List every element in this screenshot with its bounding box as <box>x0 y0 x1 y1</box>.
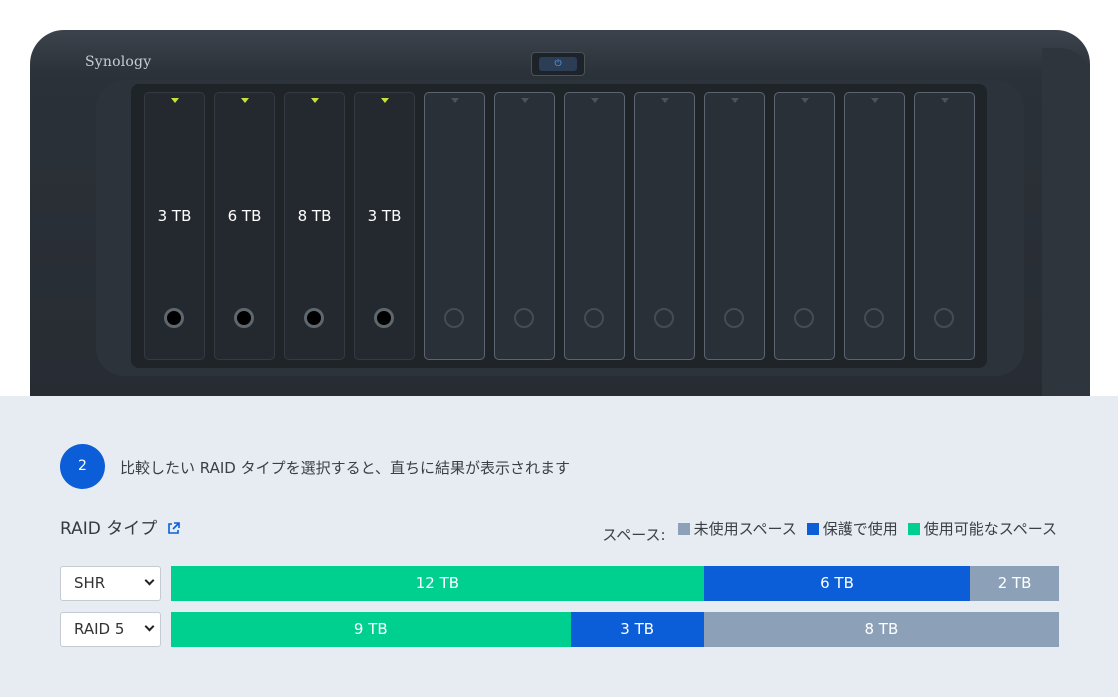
legend-swatch-available <box>907 523 920 535</box>
raid-row-raid5: RAID 5 9 TB 3 TB 8 TB <box>60 612 1059 647</box>
status-led-icon <box>171 98 179 103</box>
capacity-segment: 6 TB <box>703 566 971 601</box>
raid-type-value: SHR <box>74 574 106 592</box>
tray-lock-icon <box>584 308 604 328</box>
tray-lock-icon <box>164 308 184 328</box>
drive-bay-empty[interactable] <box>914 92 975 360</box>
capacity-segment: 12 TB <box>171 566 704 601</box>
tray-lock-icon <box>794 308 814 328</box>
status-led-icon <box>241 98 249 103</box>
raid-type-value: RAID 5 <box>74 620 125 638</box>
capacity-bar: 12 TB 6 TB 2 TB <box>171 566 1059 601</box>
chevron-down-icon <box>144 575 155 586</box>
legend-title: スペース: <box>602 526 666 544</box>
raid-row-shr: SHR 12 TB 6 TB 2 TB <box>60 566 1059 601</box>
legend-item: 使用可能なスペース <box>907 518 1059 539</box>
capacity-segment: 3 TB <box>570 612 704 647</box>
capacity-bar: 9 TB 3 TB 8 TB <box>171 612 1059 647</box>
tray-lock-icon <box>654 308 674 328</box>
legend-item: 未使用スペース <box>677 518 799 539</box>
power-icon: ⏻ <box>539 57 577 71</box>
space-legend: スペース: 未使用スペース 保護で使用 使用可能なスペース <box>602 518 1059 544</box>
status-led-icon <box>591 98 599 103</box>
drive-bay-installed[interactable]: 8 TB <box>284 92 345 360</box>
status-led-icon <box>871 98 879 103</box>
nas-device: Synology ⏻ 3 TB 6 TB 8 TB 3 TB <box>30 30 1090 410</box>
raid-type-select[interactable]: RAID 5 <box>60 612 161 647</box>
tray-lock-icon <box>304 308 324 328</box>
status-led-icon <box>801 98 809 103</box>
tray-lock-icon <box>864 308 884 328</box>
tray-lock-icon <box>934 308 954 328</box>
raid-type-heading: RAID タイプ <box>60 514 180 539</box>
tray-lock-icon <box>514 308 534 328</box>
status-led-icon <box>521 98 529 103</box>
drive-capacity: 3 TB <box>367 207 402 225</box>
chevron-down-icon <box>144 621 155 632</box>
drive-bay-empty[interactable] <box>424 92 485 360</box>
raid-calculator-panel: 2 比較したい RAID タイプを選択すると、直ちに結果が表示されます RAID… <box>0 396 1118 697</box>
step-badge: 2 <box>60 444 105 489</box>
drive-bay-empty[interactable] <box>774 92 835 360</box>
legend-swatch-unused <box>677 523 690 535</box>
brand-logo: Synology <box>85 54 152 70</box>
drive-bay-installed[interactable]: 3 TB <box>144 92 205 360</box>
power-button: ⏻ <box>531 52 585 76</box>
tray-lock-icon <box>724 308 744 328</box>
tray-lock-icon <box>374 308 394 328</box>
legend-label: 未使用スペース <box>693 520 797 538</box>
legend-swatch-protection <box>806 523 819 535</box>
capacity-segment: 9 TB <box>171 612 571 647</box>
step-instruction: 比較したい RAID タイプを選択すると、直ちに結果が表示されます <box>120 459 570 477</box>
device-side-panel <box>1042 48 1090 410</box>
status-led-icon <box>941 98 949 103</box>
raid-type-select[interactable]: SHR <box>60 566 161 601</box>
drive-capacity: 3 TB <box>157 207 192 225</box>
legend-label: 保護で使用 <box>822 520 898 538</box>
drive-bay-empty[interactable] <box>704 92 765 360</box>
capacity-segment: 8 TB <box>703 612 1059 647</box>
status-led-icon <box>731 98 739 103</box>
drive-bay-empty[interactable] <box>494 92 555 360</box>
tray-lock-icon <box>444 308 464 328</box>
status-led-icon <box>381 98 389 103</box>
legend-item: 保護で使用 <box>806 518 900 539</box>
legend-label: 使用可能なスペース <box>923 520 1057 538</box>
drive-bay-installed[interactable]: 6 TB <box>214 92 275 360</box>
capacity-segment: 2 TB <box>970 566 1059 601</box>
status-led-icon <box>451 98 459 103</box>
status-led-icon <box>661 98 669 103</box>
drive-capacity: 6 TB <box>227 207 262 225</box>
drive-bay-empty[interactable] <box>844 92 905 360</box>
drive-capacity: 8 TB <box>297 207 332 225</box>
raid-type-label: RAID タイプ <box>60 519 158 539</box>
drive-bay-empty[interactable] <box>564 92 625 360</box>
drive-bay-installed[interactable]: 3 TB <box>354 92 415 360</box>
drive-bay-empty[interactable] <box>634 92 695 360</box>
status-led-icon <box>311 98 319 103</box>
external-link-icon[interactable] <box>167 520 180 534</box>
tray-lock-icon <box>234 308 254 328</box>
